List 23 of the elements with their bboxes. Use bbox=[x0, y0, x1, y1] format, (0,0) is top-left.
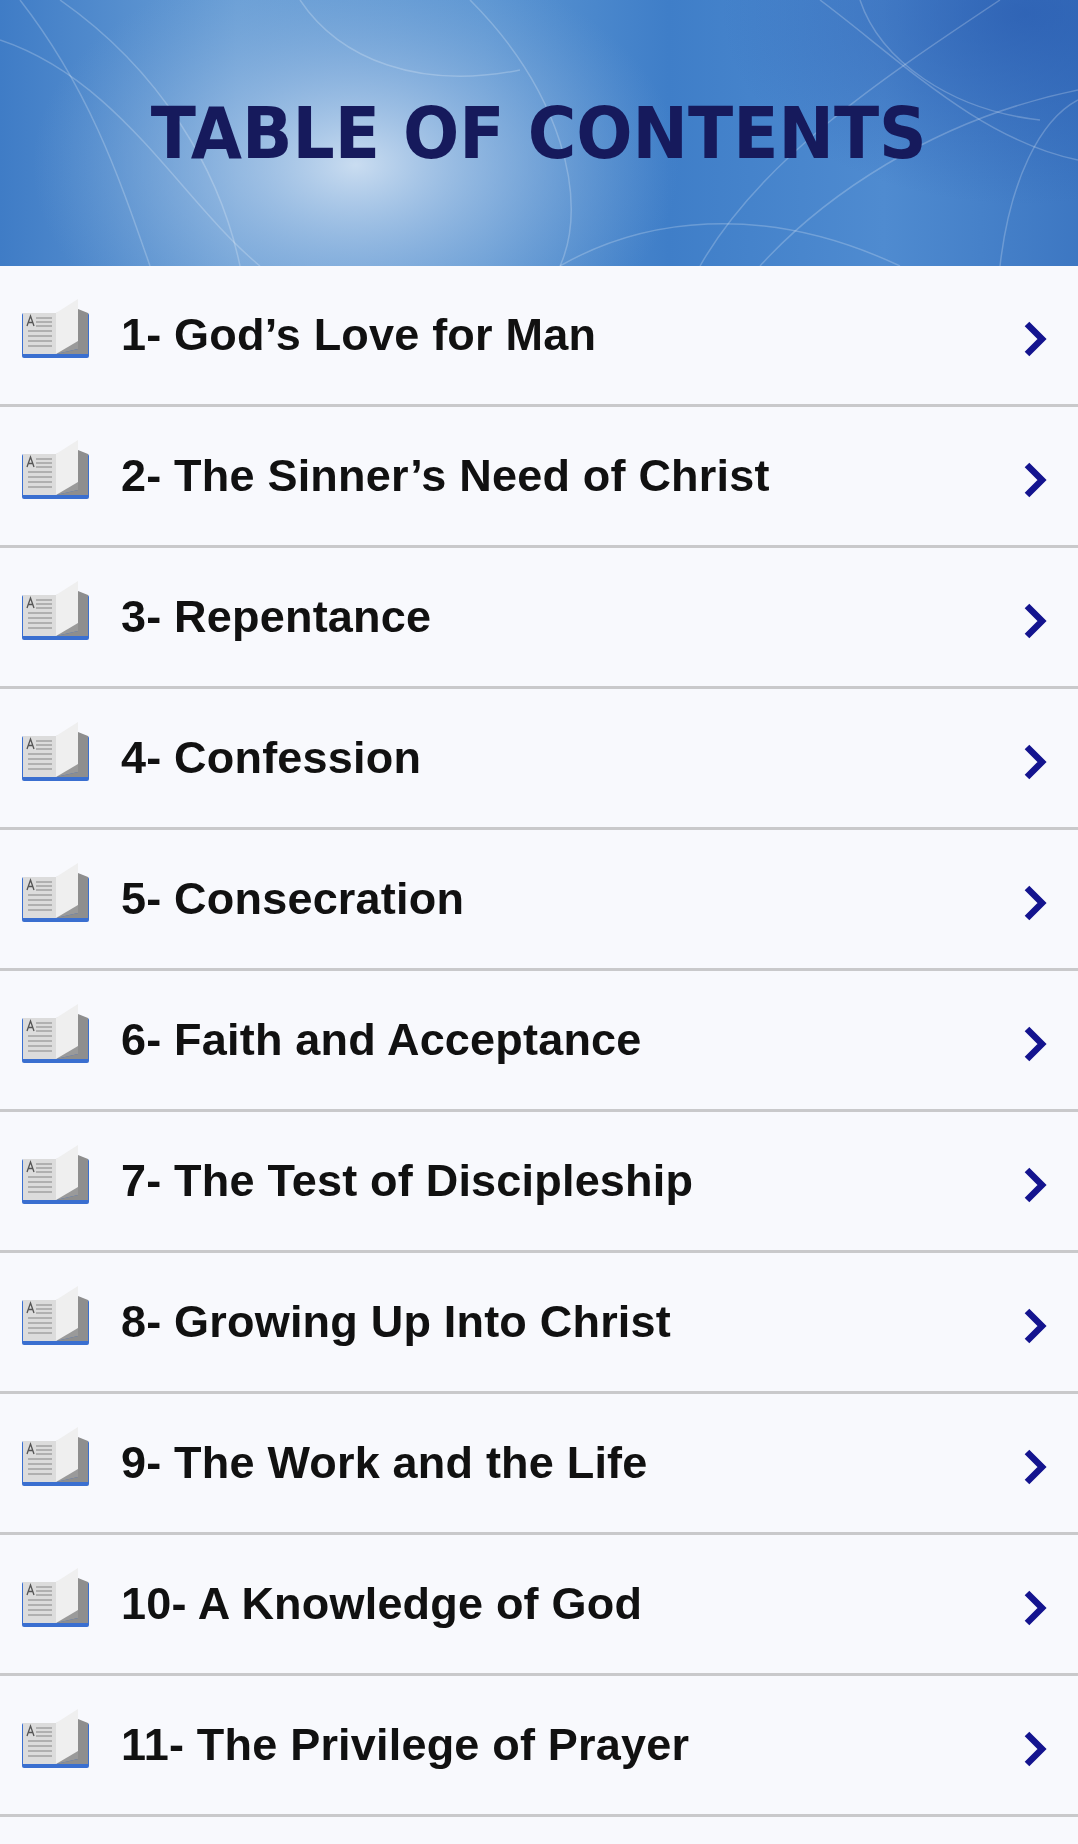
chevron-right-icon bbox=[1023, 884, 1047, 922]
book-icon bbox=[22, 1426, 89, 1486]
book-icon bbox=[22, 1003, 89, 1063]
chevron-right-icon bbox=[1023, 743, 1047, 781]
chevron-right-icon bbox=[1023, 320, 1047, 358]
book-icon bbox=[22, 862, 89, 922]
chevron-right-icon bbox=[1023, 461, 1047, 499]
chevron-right-icon bbox=[1023, 1025, 1047, 1063]
book-icon bbox=[22, 298, 89, 358]
chevron-right-icon bbox=[1023, 1448, 1047, 1486]
book-icon bbox=[22, 1708, 89, 1768]
book-icon bbox=[22, 1144, 89, 1204]
book-icon bbox=[22, 1285, 89, 1345]
chevron-right-icon bbox=[1023, 1730, 1047, 1768]
book-icon bbox=[22, 580, 89, 640]
chevron-right-icon bbox=[1023, 1166, 1047, 1204]
book-icon bbox=[22, 721, 89, 781]
chevron-right-icon bbox=[1023, 1307, 1047, 1345]
book-icon bbox=[22, 439, 89, 499]
chevron-right-icon bbox=[1023, 1589, 1047, 1627]
chevron-right-icon bbox=[1023, 602, 1047, 640]
book-icon bbox=[22, 1567, 89, 1627]
page-title: TABLE OF CONTENTS bbox=[150, 97, 927, 169]
